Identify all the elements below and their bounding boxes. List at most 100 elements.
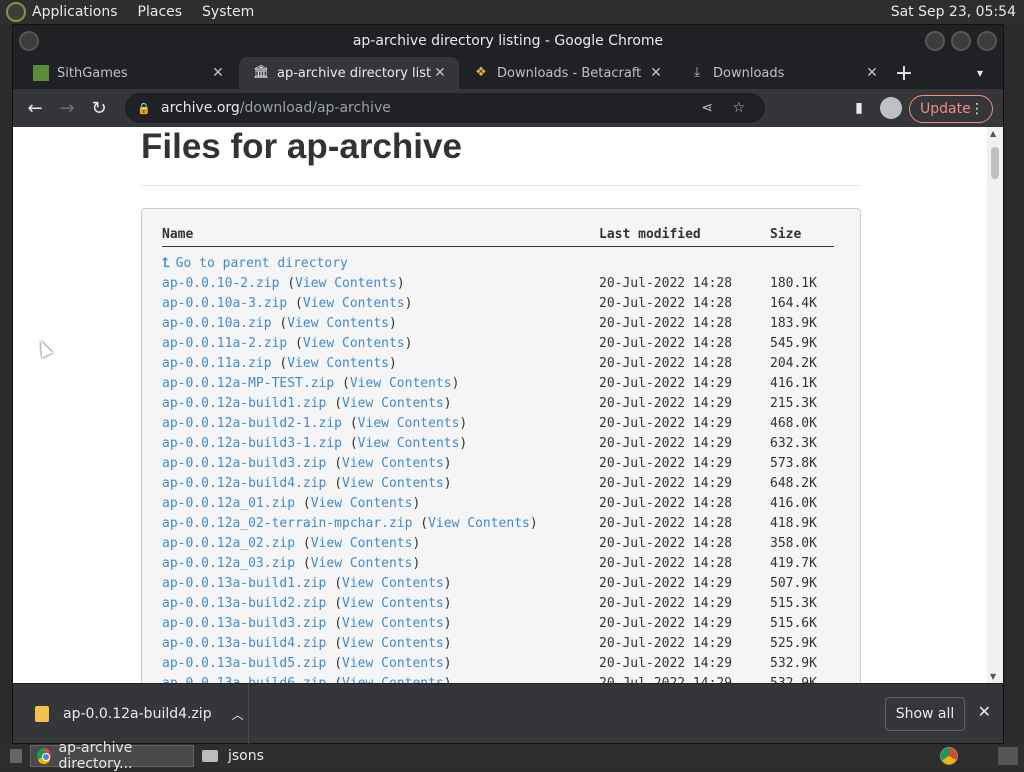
- view-contents-link[interactable]: View Contents: [295, 276, 397, 291]
- parent-directory-link[interactable]: Go to parent directory: [176, 256, 348, 271]
- file-name-cell: ap-0.0.12a-MP-TEST.zip (View Contents): [162, 376, 599, 391]
- view-contents-link[interactable]: View Contents: [287, 356, 389, 371]
- clock[interactable]: Sat Sep 23, 05:54: [891, 4, 1016, 20]
- scroll-down-icon[interactable]: ▼: [990, 672, 996, 681]
- show-all-button[interactable]: Show all: [885, 697, 965, 731]
- download-item[interactable]: ap-0.0.12a-build4.zip ︿: [13, 684, 249, 744]
- file-link[interactable]: ap-0.0.12a_01.zip: [162, 496, 295, 511]
- scrollbar-thumb[interactable]: [991, 147, 999, 179]
- tab-close-icon[interactable]: ✕: [863, 65, 881, 81]
- file-link[interactable]: ap-0.0.12a_02-terrain-mpchar.zip: [162, 516, 412, 531]
- file-link[interactable]: ap-0.0.13a-build4.zip: [162, 636, 326, 651]
- file-row: ap-0.0.12a-build3-1.zip (View Contents) 2…: [162, 433, 834, 453]
- address-bar[interactable]: 🔒 archive.org/download/ap-archive ⋖ ☆: [125, 93, 765, 123]
- tab-betacraft[interactable]: ❖ Downloads - Betacraft ✕: [459, 57, 675, 89]
- file-link[interactable]: ap-0.0.12a_02.zip: [162, 536, 295, 551]
- page-scrollbar[interactable]: ▲ ▼: [987, 127, 1003, 683]
- view-contents-link[interactable]: View Contents: [303, 336, 405, 351]
- tab-close-icon[interactable]: ✕: [647, 65, 665, 81]
- column-header-name: Name: [162, 227, 194, 242]
- file-link[interactable]: ap-0.0.12a-build1.zip: [162, 396, 326, 411]
- tab-close-icon[interactable]: ✕: [209, 65, 227, 81]
- tab-search-button[interactable]: ▾: [969, 57, 991, 89]
- view-contents-link[interactable]: View Contents: [358, 436, 460, 451]
- file-link[interactable]: ap-0.0.12a-build3.zip: [162, 456, 326, 471]
- view-contents-link[interactable]: View Contents: [342, 656, 444, 671]
- view-contents-link[interactable]: View Contents: [311, 496, 413, 511]
- file-link[interactable]: ap-0.0.13a-build3.zip: [162, 616, 326, 631]
- file-row: ap-0.0.13a-build1.zip (View Contents) 20-…: [162, 573, 834, 593]
- update-button[interactable]: Update ⋮: [909, 95, 993, 123]
- new-tab-button[interactable]: +: [889, 57, 919, 89]
- file-link[interactable]: ap-0.0.12a-build2-1.zip: [162, 416, 342, 431]
- reload-icon: ↻: [91, 97, 107, 119]
- file-link[interactable]: ap-0.0.12a-build3-1.zip: [162, 436, 342, 451]
- chevron-up-icon[interactable]: ︿: [232, 706, 244, 723]
- file-link[interactable]: ap-0.0.10a.zip: [162, 316, 272, 331]
- reload-button[interactable]: ↻: [83, 92, 115, 124]
- profile-button[interactable]: [875, 92, 907, 124]
- view-contents-link[interactable]: View Contents: [428, 516, 530, 531]
- back-button[interactable]: ←: [19, 92, 51, 124]
- maximize-button[interactable]: [951, 31, 971, 51]
- paren-open: (: [334, 375, 350, 391]
- file-link[interactable]: ap-0.0.13a-build2.zip: [162, 596, 326, 611]
- tray-chrome-icon[interactable]: [940, 747, 958, 765]
- tab-ap-archive[interactable]: 🏛 ap-archive directory listin ✕: [239, 57, 459, 89]
- file-link[interactable]: ap-0.0.11a.zip: [162, 356, 272, 371]
- view-contents-link[interactable]: View Contents: [342, 396, 444, 411]
- file-link[interactable]: ap-0.0.11a-2.zip: [162, 336, 287, 351]
- up-arrow-icon[interactable]: ⮤: [162, 256, 170, 271]
- file-link[interactable]: ap-0.0.13a-build5.zip: [162, 656, 326, 671]
- view-contents-link[interactable]: View Contents: [342, 616, 444, 631]
- share-icon[interactable]: ⋖: [701, 100, 713, 116]
- taskbar-item-jsons[interactable]: jsons: [196, 745, 270, 767]
- view-contents-link[interactable]: View Contents: [287, 316, 389, 331]
- file-link[interactable]: ap-0.0.13a-build6.zip: [162, 676, 326, 684]
- taskbar-item-chrome[interactable]: ap-archive directory...: [30, 740, 194, 772]
- paren-close: ): [412, 535, 421, 551]
- distro-logo-icon[interactable]: [6, 2, 26, 22]
- tab-downloads[interactable]: ⤓ Downloads ✕: [675, 57, 891, 89]
- bookmark-star-icon[interactable]: ☆: [732, 100, 745, 116]
- side-panel-button[interactable]: ▮: [843, 92, 875, 124]
- window-menu-button[interactable]: [19, 31, 39, 51]
- view-contents-link[interactable]: View Contents: [303, 296, 405, 311]
- view-contents-link[interactable]: View Contents: [342, 676, 444, 684]
- file-link[interactable]: ap-0.0.12a-MP-TEST.zip: [162, 376, 334, 391]
- paren-open: (: [295, 495, 311, 511]
- file-link[interactable]: ap-0.0.12a-build4.zip: [162, 476, 326, 491]
- close-shelf-icon[interactable]: ✕: [978, 702, 991, 721]
- file-link[interactable]: ap-0.0.10a-3.zip: [162, 296, 287, 311]
- view-contents-link[interactable]: View Contents: [342, 636, 444, 651]
- menu-applications[interactable]: Applications: [32, 4, 118, 20]
- view-contents-link[interactable]: View Contents: [311, 556, 413, 571]
- file-link[interactable]: ap-0.0.13a-build1.zip: [162, 576, 326, 591]
- more-menu-icon[interactable]: ⋮: [970, 101, 984, 117]
- view-contents-link[interactable]: View Contents: [342, 576, 444, 591]
- tray-workspace-icon[interactable]: [998, 747, 1018, 765]
- menu-places[interactable]: Places: [138, 4, 183, 20]
- view-contents-link[interactable]: View Contents: [350, 376, 452, 391]
- view-contents-link[interactable]: View Contents: [342, 456, 444, 471]
- window-titlebar[interactable]: ap-archive directory listing - Google Ch…: [13, 25, 1003, 57]
- view-contents-link[interactable]: View Contents: [342, 596, 444, 611]
- file-link[interactable]: ap-0.0.12a_03.zip: [162, 556, 295, 571]
- directory-listing: Name Last modified Size ⮤ Go to parent d…: [162, 227, 834, 683]
- tab-close-icon[interactable]: ✕: [431, 65, 449, 81]
- tab-sithgames[interactable]: SithGames ✕: [19, 57, 237, 89]
- minimize-button[interactable]: [925, 31, 945, 51]
- view-contents-link[interactable]: View Contents: [311, 536, 413, 551]
- parent-directory-row: ⮤ Go to parent directory: [162, 253, 834, 273]
- file-size: 515.3K: [770, 595, 817, 611]
- view-contents-link[interactable]: View Contents: [358, 416, 460, 431]
- forward-button[interactable]: →: [51, 92, 83, 124]
- lock-icon[interactable]: 🔒: [137, 102, 151, 115]
- file-link[interactable]: ap-0.0.10-2.zip: [162, 276, 279, 291]
- show-desktop-button[interactable]: [4, 745, 28, 767]
- view-contents-link[interactable]: View Contents: [342, 476, 444, 491]
- close-window-button[interactable]: [977, 31, 997, 51]
- page-viewport: Files for ap-archive Name Last modified …: [13, 127, 987, 683]
- scroll-up-icon[interactable]: ▲: [990, 129, 996, 138]
- menu-system[interactable]: System: [202, 4, 254, 20]
